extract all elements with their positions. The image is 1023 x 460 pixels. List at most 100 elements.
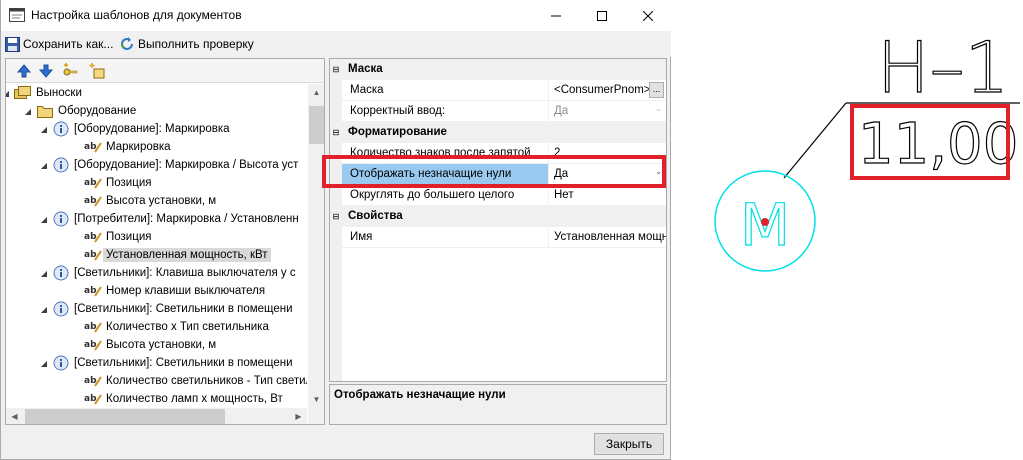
property-correct-input[interactable]: Корректный ввод: Да ⌄	[330, 101, 666, 122]
maximize-button[interactable]	[579, 0, 625, 31]
property-mask[interactable]: Маска <ConsumerPnom> ...	[330, 80, 666, 101]
expand-arrow-icon[interactable]: ◢	[38, 305, 50, 314]
info-icon	[52, 157, 70, 173]
category-formatting[interactable]: ⊟ Форматирование	[330, 122, 666, 143]
tree-node-label: [Светильники]: Клавиша выключателя у с	[74, 267, 296, 279]
minimize-button[interactable]	[533, 0, 579, 31]
tree-vertical-scrollbar[interactable]: ▲ ▼	[308, 84, 324, 408]
expand-arrow-icon[interactable]: ◢	[38, 161, 50, 170]
close-button[interactable]: Закрыть	[594, 433, 664, 455]
property-show-zeros-value[interactable]: Да	[549, 164, 666, 185]
run-check-label: Выполнить проверку	[138, 37, 254, 51]
tree-node[interactable]: ◢ [Светильники]: Светильники в помещени	[38, 354, 293, 372]
tree-node[interactable]: ◢ [Оборудование]: Маркировка / Высота уст	[38, 156, 298, 174]
tree-node-label: [Светильники]: Светильники в помещени	[74, 303, 293, 315]
tree-node[interactable]: ◢ [Потребители]: Маркировка / Установленн	[38, 210, 299, 228]
scroll-down-arrow-icon[interactable]: ▼	[308, 391, 324, 408]
text-field-icon: ab	[84, 373, 102, 389]
cad-preview: Н–1 11,00 М	[672, 0, 1023, 460]
add-key-button[interactable]	[62, 63, 78, 79]
tree-node[interactable]: ◢ [Светильники]: Клавиша выключателя у с	[38, 264, 296, 282]
tree-node-label: [Оборудование]: Маркировка	[74, 123, 230, 135]
info-icon	[52, 265, 70, 281]
tree-node-label: Выноски	[36, 87, 82, 99]
text-field-icon: ab	[84, 193, 102, 209]
property-decimals[interactable]: Количество знаков после запятой 2	[330, 143, 666, 164]
chevron-down-icon[interactable]: ⌄	[655, 167, 662, 176]
tree-scroll-thumb[interactable]	[309, 106, 324, 144]
title-bar[interactable]: Настройка шаблонов для документов	[1, 0, 671, 31]
tree-node[interactable]: ◢ Выноски	[6, 84, 82, 102]
close-icon	[643, 10, 653, 21]
save-as-label: Сохранить как...	[23, 37, 114, 51]
scroll-right-arrow-icon[interactable]: ▶	[290, 408, 307, 424]
text-field-icon: ab	[84, 247, 102, 263]
property-round-up-value[interactable]: Нет	[549, 185, 666, 206]
tree-node[interactable]: ab Позиция	[70, 174, 151, 192]
info-icon	[52, 301, 70, 317]
scroll-corner	[308, 408, 324, 424]
text-field-icon: ab	[84, 337, 102, 353]
category-properties-label: Свойства	[348, 210, 403, 222]
property-round-up[interactable]: Округлять до большего целого Нет	[330, 185, 666, 206]
tree-node[interactable]: ab Количество ламп х мощность, Вт	[70, 390, 283, 408]
refresh-icon	[121, 37, 133, 50]
category-properties[interactable]: ⊟ Свойства	[330, 206, 666, 227]
tree-node[interactable]: ◢ Оборудование	[22, 102, 136, 120]
tree-node[interactable]: ab Номер клавиши выключателя	[70, 282, 265, 300]
chevron-down-icon: ⌄	[655, 104, 662, 113]
tree-node[interactable]: ab Количество светильников - Тип светил	[70, 372, 307, 390]
template-tree-panel: ◢Выноски◢Оборудование◢[Оборудование]: Ма…	[5, 58, 325, 425]
info-icon	[52, 355, 70, 371]
tree-toolbar	[6, 59, 324, 83]
property-grid: ⊟ Маска Маска <ConsumerPnom> ... Коррект…	[329, 58, 667, 382]
expand-arrow-icon[interactable]: ◢	[38, 215, 50, 224]
collapse-icon[interactable]: ⊟	[330, 59, 342, 80]
expand-arrow-icon[interactable]: ◢	[22, 107, 34, 116]
tree-node[interactable]: ab Высота установки, м	[70, 192, 216, 210]
tree-node[interactable]: ab Высота установки, м	[70, 336, 216, 354]
property-decimals-value[interactable]: 2	[549, 143, 666, 164]
tree-hscroll-thumb[interactable]	[25, 409, 225, 424]
tree-node-label: Позиция	[106, 231, 152, 243]
text-field-icon: ab	[84, 283, 102, 299]
collapse-icon[interactable]: ⊟	[330, 206, 342, 227]
save-as-button[interactable]: Сохранить как...	[5, 35, 113, 53]
move-down-icon	[38, 64, 54, 78]
category-formatting-label: Форматирование	[348, 126, 447, 138]
expand-arrow-icon[interactable]: ◢	[6, 89, 12, 98]
add-field-icon	[89, 63, 105, 79]
tree-node[interactable]: ◢ [Оборудование]: Маркировка	[38, 120, 230, 138]
template-tree[interactable]: ◢Выноски◢Оборудование◢[Оборудование]: Ма…	[6, 84, 307, 408]
property-show-zeros[interactable]: Отображать незначащие нули Да ⌄	[330, 164, 666, 185]
tree-node-label: Маркировка	[106, 141, 171, 153]
ellipsis-button[interactable]: ...	[649, 82, 664, 98]
close-window-button[interactable]	[625, 0, 671, 31]
tree-node[interactable]: ab Маркировка	[70, 138, 171, 156]
property-correct-input-name: Корректный ввод:	[342, 101, 549, 122]
category-mask[interactable]: ⊟ Маска	[330, 59, 666, 80]
tree-horizontal-scrollbar[interactable]: ◀ ▶	[6, 408, 307, 424]
run-check-button[interactable]: Выполнить проверку	[119, 35, 254, 53]
property-name[interactable]: Имя Установленная мощность	[330, 227, 666, 248]
tree-node-label: Высота установки, м	[106, 339, 217, 351]
move-up-button[interactable]	[16, 63, 32, 79]
scroll-up-arrow-icon[interactable]: ▲	[308, 84, 324, 101]
text-field-icon: ab	[84, 319, 102, 335]
tree-node[interactable]: ab Установленная мощность, кВт	[70, 246, 271, 264]
expand-arrow-icon[interactable]: ◢	[38, 125, 50, 134]
expand-arrow-icon[interactable]: ◢	[38, 359, 50, 368]
tree-node[interactable]: ab Количество х Тип светильника	[70, 318, 269, 336]
add-field-button[interactable]	[88, 63, 105, 79]
expand-arrow-icon[interactable]: ◢	[38, 269, 50, 278]
move-down-button[interactable]	[38, 63, 54, 79]
tree-node[interactable]: ◢ [Светильники]: Светильники в помещени	[38, 300, 293, 318]
scroll-left-arrow-icon[interactable]: ◀	[6, 408, 23, 424]
add-key-icon	[63, 63, 78, 76]
stacked-folders-icon	[14, 85, 32, 101]
category-mask-label: Маска	[348, 63, 383, 75]
info-icon	[52, 211, 70, 227]
property-name-value[interactable]: Установленная мощность	[549, 227, 666, 248]
tree-node[interactable]: ab Позиция	[70, 228, 151, 246]
collapse-icon[interactable]: ⊟	[330, 122, 342, 143]
